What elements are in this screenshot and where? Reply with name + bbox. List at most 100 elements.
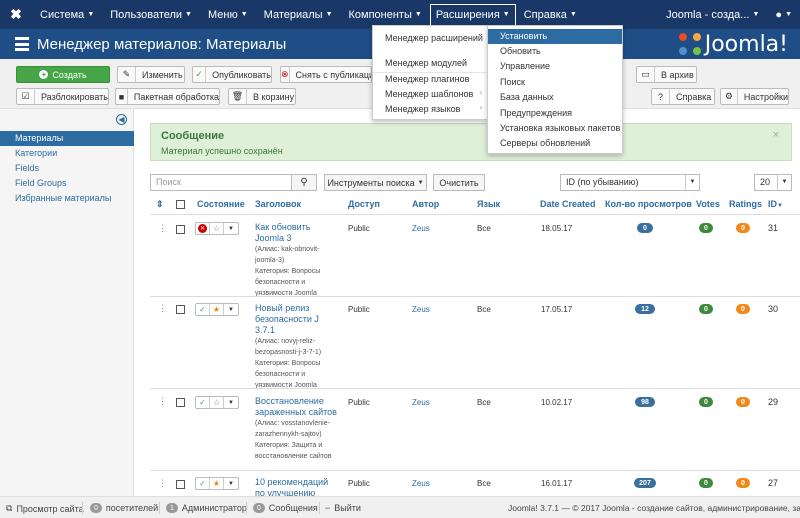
sidebar-item-articles[interactable]: Материалы xyxy=(0,131,134,146)
search-input[interactable]: Поиск xyxy=(150,174,292,191)
trash-button[interactable]: 🗑 В корзину xyxy=(228,88,296,105)
menu-item-module-manager[interactable]: Менеджер модулей xyxy=(385,58,467,68)
menu-menus[interactable]: Меню ▼ xyxy=(200,0,256,29)
submenu-item-warnings[interactable]: Предупреждения xyxy=(488,106,622,121)
row-checkbox[interactable] xyxy=(176,480,185,489)
chevron-right-icon: › xyxy=(479,103,482,112)
header-date[interactable]: Date Created xyxy=(540,199,596,209)
unpublish-label: Снять с публикаци xyxy=(295,69,372,80)
menu-system[interactable]: Система ▼ xyxy=(32,0,102,29)
batch-button[interactable]: ■ Пакетная обработка xyxy=(115,88,220,105)
drag-handle-icon[interactable]: ⋮ xyxy=(158,223,167,234)
menu-extensions-label: Расширения xyxy=(435,8,500,21)
header-title[interactable]: Заголовок xyxy=(255,199,301,209)
batch-label: Пакетная обработка xyxy=(133,91,219,102)
create-button[interactable]: + Создать xyxy=(16,66,110,83)
article-title-link[interactable]: Новый релиз безопасности J 3.7.1 xyxy=(255,303,340,336)
check-icon[interactable]: ✓ xyxy=(196,478,210,489)
sidebar-item-field-groups[interactable]: Field Groups xyxy=(0,176,134,191)
close-icon[interactable]: × xyxy=(773,129,779,141)
submenu-item-install[interactable]: Установить xyxy=(488,29,622,44)
submenu-item-discover[interactable]: Поиск xyxy=(488,75,622,90)
clear-button[interactable]: Очистить xyxy=(433,174,485,191)
site-link[interactable]: Joomla - созда... ▼ xyxy=(658,0,767,29)
unpublished-icon[interactable]: ✕ xyxy=(196,223,210,234)
caret-down-icon[interactable]: ▼ xyxy=(224,397,238,408)
submenu-item-update[interactable]: Обновить xyxy=(488,44,622,59)
sidebar-item-fields[interactable]: Fields xyxy=(0,161,134,176)
view-site-link[interactable]: ⧉ Просмотр сайта xyxy=(6,503,84,514)
unlock-button[interactable]: ☑ Разблокировать xyxy=(16,88,109,105)
help-icon: ? xyxy=(652,89,670,104)
menu-content[interactable]: Материалы ▼ xyxy=(256,0,341,29)
search-button[interactable]: ⚲ xyxy=(291,174,317,191)
logout-icon: − xyxy=(325,503,331,513)
user-menu[interactable]: ● ▼ xyxy=(767,0,800,29)
drag-handle-icon[interactable]: ⋮ xyxy=(158,478,167,489)
caret-down-icon[interactable]: ▼ xyxy=(224,478,238,489)
row-checkbox[interactable] xyxy=(176,305,185,314)
menu-item-language-manager[interactable]: Менеджер языков xyxy=(385,104,460,114)
sort-select[interactable]: ID (по убыванию) ▼ xyxy=(560,174,700,191)
author-link[interactable]: Zeus xyxy=(412,398,430,407)
header-id[interactable]: ID▼ xyxy=(768,199,783,209)
archive-button[interactable]: ▭ В архив xyxy=(636,66,697,83)
header-ratings[interactable]: Ratings xyxy=(729,199,762,209)
menu-users-label: Пользователи xyxy=(110,8,183,21)
ordering-icon[interactable]: ⇕ xyxy=(156,199,164,210)
header-author[interactable]: Автор xyxy=(412,199,439,209)
options-button[interactable]: ⚙ Настройки xyxy=(720,88,789,105)
submenu-item-manage[interactable]: Управление xyxy=(488,59,622,74)
row-checkbox[interactable] xyxy=(176,398,185,407)
header-state[interactable]: Состояние xyxy=(197,199,245,209)
menu-item-template-manager[interactable]: Менеджер шаблонов xyxy=(385,89,473,99)
search-tools-button[interactable]: Инструменты поиска ▼ xyxy=(324,174,427,191)
star-icon[interactable]: ★ xyxy=(210,304,224,315)
check-icon[interactable]: ✓ xyxy=(196,397,210,408)
caret-down-icon[interactable]: ▼ xyxy=(224,223,238,234)
submenu-item-update-sites[interactable]: Серверы обновлений xyxy=(488,136,622,151)
header-hits[interactable]: Кол-во просмотров xyxy=(605,199,692,209)
author-link[interactable]: Zeus xyxy=(412,479,430,488)
submenu-item-install-languages[interactable]: Установка языковых пакетов xyxy=(488,121,622,136)
sidebar-toggle-icon[interactable]: ◀ xyxy=(116,114,127,125)
caret-down-icon[interactable]: ▼ xyxy=(224,304,238,315)
star-icon[interactable]: ☆ xyxy=(210,223,224,234)
sidebar-item-featured[interactable]: Избранные материалы xyxy=(0,191,134,206)
menu-users[interactable]: Пользователи ▼ xyxy=(102,0,200,29)
messages-status[interactable]: 0 Сообщения xyxy=(253,503,318,513)
menu-item-plugin-manager[interactable]: Менеджер плагинов xyxy=(385,74,469,84)
menu-extensions[interactable]: Расширения ▼ xyxy=(429,3,516,26)
star-icon[interactable]: ☆ xyxy=(210,397,224,408)
article-title-link[interactable]: Восстановление зараженных сайтов xyxy=(255,396,340,418)
submenu-item-database[interactable]: База данных xyxy=(488,90,622,105)
limit-select[interactable]: 20 ▼ xyxy=(754,174,792,191)
header-votes[interactable]: Votes xyxy=(696,199,720,209)
divider xyxy=(150,296,800,297)
logout-link[interactable]: − Выйти xyxy=(325,503,361,513)
author-link[interactable]: Zeus xyxy=(412,305,430,314)
trash-icon: 🗑 xyxy=(229,89,247,104)
edit-button[interactable]: ✎ Изменить xyxy=(117,66,185,83)
check-icon: ✓ xyxy=(193,67,207,82)
unpublish-button[interactable]: ⊗ Снять с публикаци xyxy=(280,66,372,83)
article-title-link[interactable]: Как обновить Joomla 3 xyxy=(255,222,340,244)
star-icon[interactable]: ★ xyxy=(210,478,224,489)
header-access[interactable]: Доступ xyxy=(348,199,380,209)
check-icon[interactable]: ✓ xyxy=(196,304,210,315)
votes-badge: 0 xyxy=(699,478,713,488)
caret-down-icon: ▼ xyxy=(240,11,248,18)
sidebar-item-categories[interactable]: Категории xyxy=(0,146,134,161)
menu-item-extension-manager[interactable]: Менеджер расширений xyxy=(385,33,483,43)
drag-handle-icon[interactable]: ⋮ xyxy=(158,396,167,407)
extensions-dropdown: Менеджер расширений › Менеджер модулей М… xyxy=(372,25,488,120)
drag-handle-icon[interactable]: ⋮ xyxy=(158,303,167,314)
row-checkbox[interactable] xyxy=(176,225,185,234)
author-link[interactable]: Zeus xyxy=(412,224,430,233)
joomla-logo-icon[interactable]: ✖ xyxy=(0,0,32,29)
publish-button[interactable]: ✓ Опубликовать xyxy=(192,66,272,83)
help-button[interactable]: ? Справка xyxy=(651,88,715,105)
header-language[interactable]: Язык xyxy=(477,199,500,209)
select-all-checkbox[interactable] xyxy=(176,200,185,209)
message-body: Материал успешно сохранён xyxy=(161,146,283,156)
